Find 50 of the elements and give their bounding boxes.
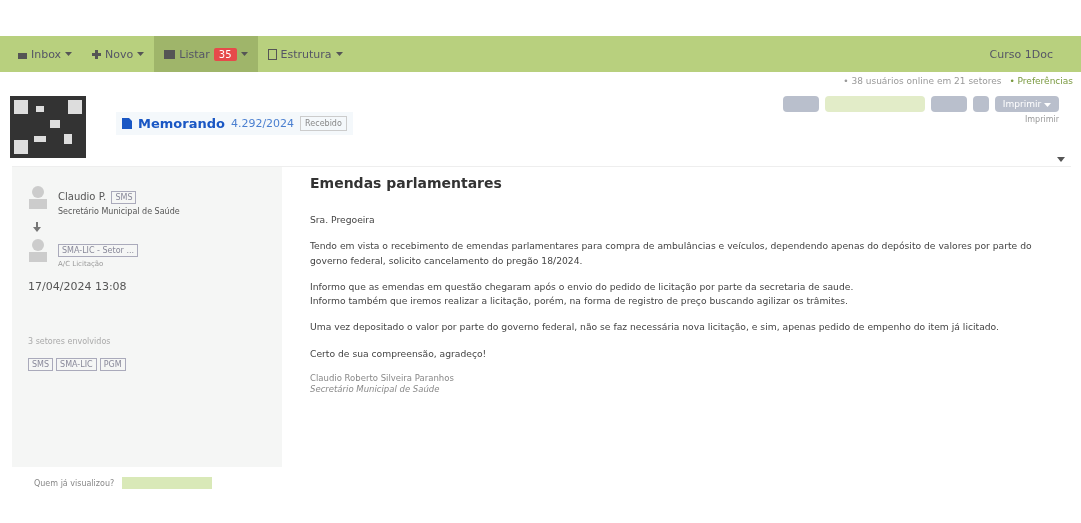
- signature-name: Claudio Roberto Silveira Paranhos: [310, 372, 455, 383]
- caret-icon: [240, 52, 248, 56]
- message-paragraph: Informo que as emendas em questão chegaram após o envio do pedido de licitação por parte da secretaria de saude. Informo também que iremos realizar a licitação, porém, na forma de registro de preço buscando agilizar os trâmites.: [310, 279, 855, 308]
- sector-tag[interactable]: SMS: [111, 191, 137, 204]
- print-label: Imprimir: [1024, 115, 1059, 124]
- down-arrow-icon: [33, 222, 41, 232]
- message-paragraph: Sra. Pregoeira: [310, 213, 376, 227]
- message-paragraph: Uma vez depositado o valor por parte do governo federal, não se faz necessária nova licitação, e sim, apenas pedido de empenho do item já licitado.: [310, 320, 1000, 335]
- document-type: Memorando: [138, 116, 225, 131]
- document-icon: [122, 118, 132, 129]
- message-paragraph: Tendo em vista o recebimento de emendas parlamentares para compra de ambulâncias e veículos, dependendo apenas do depósito de valores por parte do governo federal, solicito cancelamento do pregão 18/2024.: [310, 239, 1033, 268]
- more-button[interactable]: [972, 96, 989, 112]
- online-users-text: • 38 usuários online em 21 setores: [843, 76, 1002, 86]
- sector-tag[interactable]: SMA-LIC - Setor ...: [58, 244, 139, 257]
- message-paragraph: Certo de sua compreensão, agradeço!: [310, 346, 488, 361]
- count-badge: 35: [213, 47, 237, 61]
- caret-icon: [137, 52, 145, 56]
- nav-menu-item[interactable]: Estrutura: [257, 36, 353, 72]
- document-icon: [267, 48, 277, 60]
- status-tag: Recebido: [300, 116, 347, 131]
- sender-name: Claudio P.: [58, 191, 107, 202]
- sector-tag[interactable]: SMS: [28, 358, 54, 371]
- signature-role: Secretário Municipal de Saúde: [310, 383, 441, 394]
- nav-menu-item[interactable]: Novo: [82, 36, 155, 72]
- qr-code-icon: [10, 96, 86, 158]
- caret-icon[interactable]: [1057, 157, 1065, 162]
- nav-menu-item[interactable]: Listar 35: [154, 36, 258, 72]
- user-avatar-icon: [28, 185, 48, 209]
- tag-button[interactable]: [782, 96, 819, 112]
- message-title: Emendas parlamentares: [310, 175, 503, 191]
- action-button[interactable]: [824, 96, 925, 112]
- involved-sectors-label: 3 setores envolvidos: [28, 337, 112, 346]
- plus-icon: [92, 49, 102, 59]
- print-button[interactable]: Imprimir: [994, 96, 1059, 112]
- folder-button[interactable]: [930, 96, 967, 112]
- date-text: 17/04/2024 13:08: [28, 280, 128, 293]
- preferences-link[interactable]: • Preferências: [1009, 76, 1073, 86]
- viewed-by-label: Quem já visualizou?: [34, 478, 115, 488]
- sector-tag[interactable]: PGM: [99, 358, 126, 371]
- sector-tag[interactable]: SMA-LIC: [56, 358, 97, 371]
- list-icon: [164, 49, 176, 59]
- nav-menu-item[interactable]: Inbox: [8, 36, 83, 72]
- sender-role: Secretário Municipal de Saúde: [58, 207, 180, 216]
- caret-icon: [1044, 103, 1051, 107]
- user-name[interactable]: Curso 1Doc: [989, 47, 1053, 61]
- viewers-button[interactable]: [122, 477, 213, 489]
- caret-icon: [335, 52, 343, 56]
- caret-icon: [65, 52, 73, 56]
- document-number: 4.292/2024: [230, 117, 295, 130]
- user-avatar-icon: [28, 238, 48, 262]
